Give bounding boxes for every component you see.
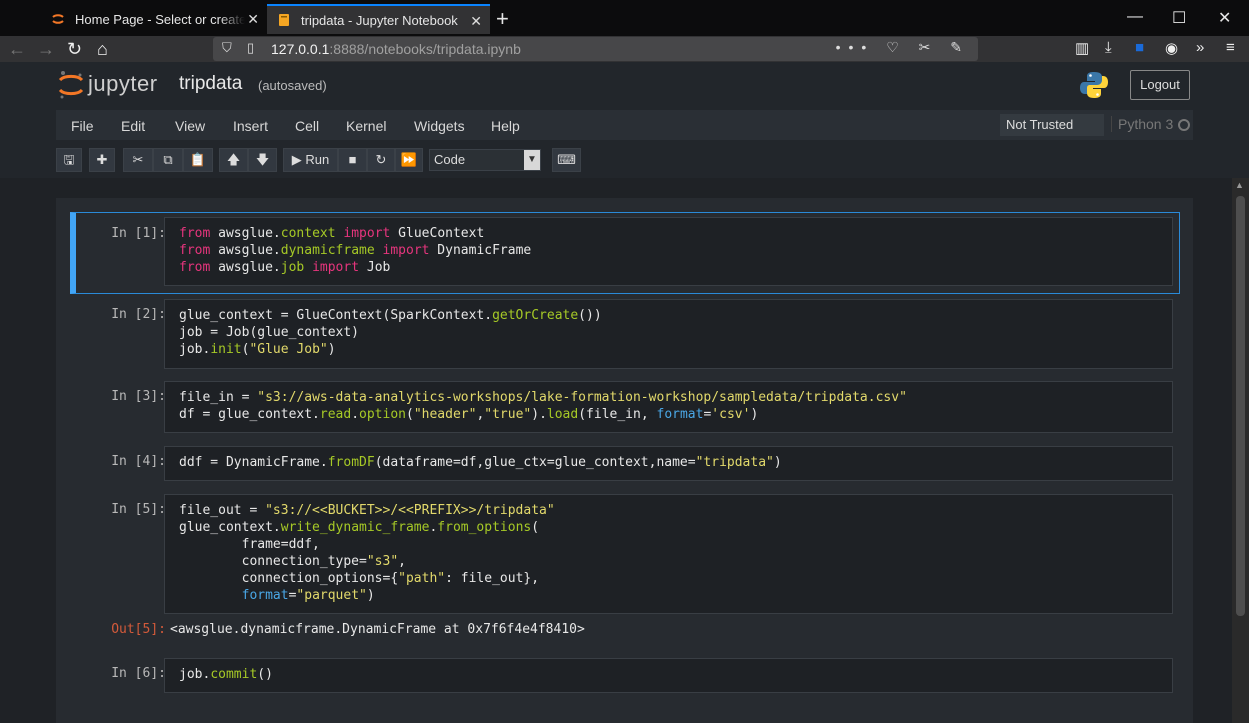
code-input[interactable]: file_in = "s3://aws-data-analytics-works… [164, 381, 1173, 433]
extension-icon[interactable]: ■ [1135, 39, 1144, 56]
save-icon[interactable]: 🖫 [56, 148, 82, 172]
cell-type-value: Code [434, 152, 466, 167]
reload-icon[interactable]: ↻ [67, 38, 82, 60]
browser-tab-notebook[interactable]: tripdata - Jupyter Notebook ✕ [267, 4, 490, 34]
download-icon[interactable]: ⤓ [1105, 39, 1112, 56]
code-cell-1[interactable]: In [1]: from awsglue.context import Glue… [70, 212, 1180, 294]
paste-icon[interactable]: 📋 [183, 148, 213, 172]
menu-icon[interactable]: ≡ [1226, 39, 1235, 56]
cell-output: <awsglue.dynamicframe.DynamicFrame at 0x… [170, 622, 585, 637]
library-icon[interactable]: ▥ [1075, 39, 1089, 57]
input-prompt: In [1]: [111, 226, 166, 241]
browser-nav-bar: ← → ↻ ⌂ ⛉ ▯ 127.0.0.1:8888/notebooks/tri… [0, 36, 1249, 62]
code-cell-6[interactable]: In [6]: job.commit() [70, 658, 1180, 693]
forward-icon[interactable]: → [37, 38, 55, 60]
play-icon: ▶ [291, 152, 302, 167]
code-input[interactable]: file_out = "s3://<<BUCKET>>/<<PREFIX>>/t… [164, 494, 1173, 614]
tab-title: tripdata - Jupyter Notebook [301, 12, 458, 28]
menu-insert[interactable]: Insert [233, 118, 268, 134]
kernel-name: Python 3 [1111, 116, 1173, 132]
url-actions-icon[interactable]: ••• ♡ ✂ ✎ [836, 39, 970, 56]
extension2-icon[interactable]: ◉ [1165, 39, 1178, 57]
code-cell-5[interactable]: In [5]: file_out = "s3://<<BUCKET>>/<<PR… [70, 494, 1180, 644]
logout-button[interactable]: Logout [1130, 70, 1190, 100]
menu-edit[interactable]: Edit [121, 118, 145, 134]
back-icon[interactable]: ← [8, 38, 26, 60]
run-label: Run [305, 152, 330, 167]
notebook-area: In [1]: from awsglue.context import Glue… [0, 178, 1232, 723]
notebook-container: In [1]: from awsglue.context import Glue… [56, 198, 1193, 723]
trust-status-button[interactable]: Not Trusted [1000, 114, 1104, 136]
scrollbar-thumb[interactable] [1236, 196, 1245, 616]
restart-run-all-icon[interactable]: ⏩ [395, 148, 423, 172]
address-bar[interactable]: ⛉ ▯ 127.0.0.1:8888/notebooks/tripdata.ip… [213, 37, 978, 61]
minimize-window-icon[interactable]: — [1127, 8, 1143, 26]
shield-icon[interactable]: ⛉ [222, 40, 232, 56]
restart-icon[interactable]: ↻ [367, 148, 395, 172]
menu-bar: File Edit View Insert Cell Kernel Widget… [56, 110, 1193, 140]
overflow-icon[interactable]: » [1196, 39, 1204, 56]
copy-icon[interactable]: ⧉ [153, 148, 183, 172]
jupyter-header: jupyter tripdata (autosaved) Logout File… [0, 62, 1249, 178]
menu-cell[interactable]: Cell [295, 118, 319, 134]
tab-title: Home Page - Select or create a notebook [75, 11, 245, 27]
run-button[interactable]: ▶ Run [283, 148, 338, 172]
jupyter-brand[interactable]: jupyter [88, 71, 158, 97]
url-host: 127.0.0.1 [271, 41, 330, 57]
chevron-down-icon: ▼ [524, 150, 540, 170]
page-info-icon[interactable]: ▯ [247, 40, 254, 56]
code-cell-2[interactable]: In [2]: glue_context = GlueContext(Spark… [70, 299, 1180, 369]
code-input[interactable]: job.commit() [164, 658, 1173, 693]
kernel-idle-icon [1178, 119, 1190, 131]
close-window-icon[interactable]: ✕ [1218, 8, 1231, 28]
input-prompt: In [6]: [111, 666, 166, 681]
code-input[interactable]: ddf = DynamicFrame.fromDF(dataframe=df,g… [164, 446, 1173, 481]
home-icon[interactable]: ⌂ [97, 38, 108, 60]
python-logo-icon [1080, 72, 1108, 98]
insert-cell-icon[interactable]: ✚ [89, 148, 115, 172]
code-cell-3[interactable]: In [3]: file_in = "s3://aws-data-analyti… [70, 381, 1180, 433]
input-prompt: In [5]: [111, 502, 166, 517]
browser-tab-home[interactable]: Home Page - Select or create a notebook … [41, 4, 267, 34]
close-tab-icon[interactable]: ✕ [247, 11, 259, 28]
code-cell-4[interactable]: In [4]: ddf = DynamicFrame.fromDF(datafr… [70, 446, 1180, 481]
code-input[interactable]: from awsglue.context import GlueContext … [164, 217, 1173, 286]
autosave-status: (autosaved) [258, 78, 327, 93]
move-down-icon[interactable]: 🡇 [248, 148, 277, 172]
input-prompt: In [3]: [111, 389, 166, 404]
input-prompt: In [2]: [111, 307, 166, 322]
cell-type-select[interactable]: Code ▼ [429, 149, 541, 171]
scroll-up-icon[interactable]: ▲ [1235, 180, 1244, 190]
input-prompt: In [4]: [111, 454, 166, 469]
menu-kernel[interactable]: Kernel [346, 118, 386, 134]
interrupt-icon[interactable]: ■ [338, 148, 367, 172]
output-prompt: Out[5]: [111, 622, 166, 637]
menu-file[interactable]: File [71, 118, 94, 134]
browser-tab-bar: Home Page - Select or create a notebook … [0, 0, 1249, 36]
cut-icon[interactable]: ✂ [123, 148, 153, 172]
code-input[interactable]: glue_context = GlueContext(SparkContext.… [164, 299, 1173, 369]
move-up-icon[interactable]: 🡅 [219, 148, 248, 172]
url-text[interactable]: 127.0.0.1:8888/notebooks/tripdata.ipynb [271, 41, 521, 57]
url-path: :8888/notebooks/tripdata.ipynb [329, 41, 521, 57]
notebook-title[interactable]: tripdata [179, 73, 242, 95]
menu-help[interactable]: Help [491, 118, 520, 134]
menu-view[interactable]: View [175, 118, 205, 134]
jupyter-logo-icon [58, 71, 84, 99]
close-tab-icon[interactable]: ✕ [470, 13, 482, 30]
notebook-favicon-icon [279, 14, 289, 26]
maximize-window-icon[interactable]: ☐ [1172, 8, 1186, 28]
new-tab-button[interactable]: + [496, 6, 509, 32]
menu-widgets[interactable]: Widgets [414, 118, 465, 134]
jupyter-favicon-icon [52, 14, 64, 24]
vertical-scrollbar[interactable]: ▲ [1232, 178, 1249, 723]
keyboard-icon[interactable]: ⌨ [552, 148, 581, 172]
notebook-toolbar: 🖫 ✚ ✂ ⧉ 📋 🡅 🡇 ▶ Run ■ ↻ ⏩ Code ▼ ⌨ [0, 148, 1249, 174]
